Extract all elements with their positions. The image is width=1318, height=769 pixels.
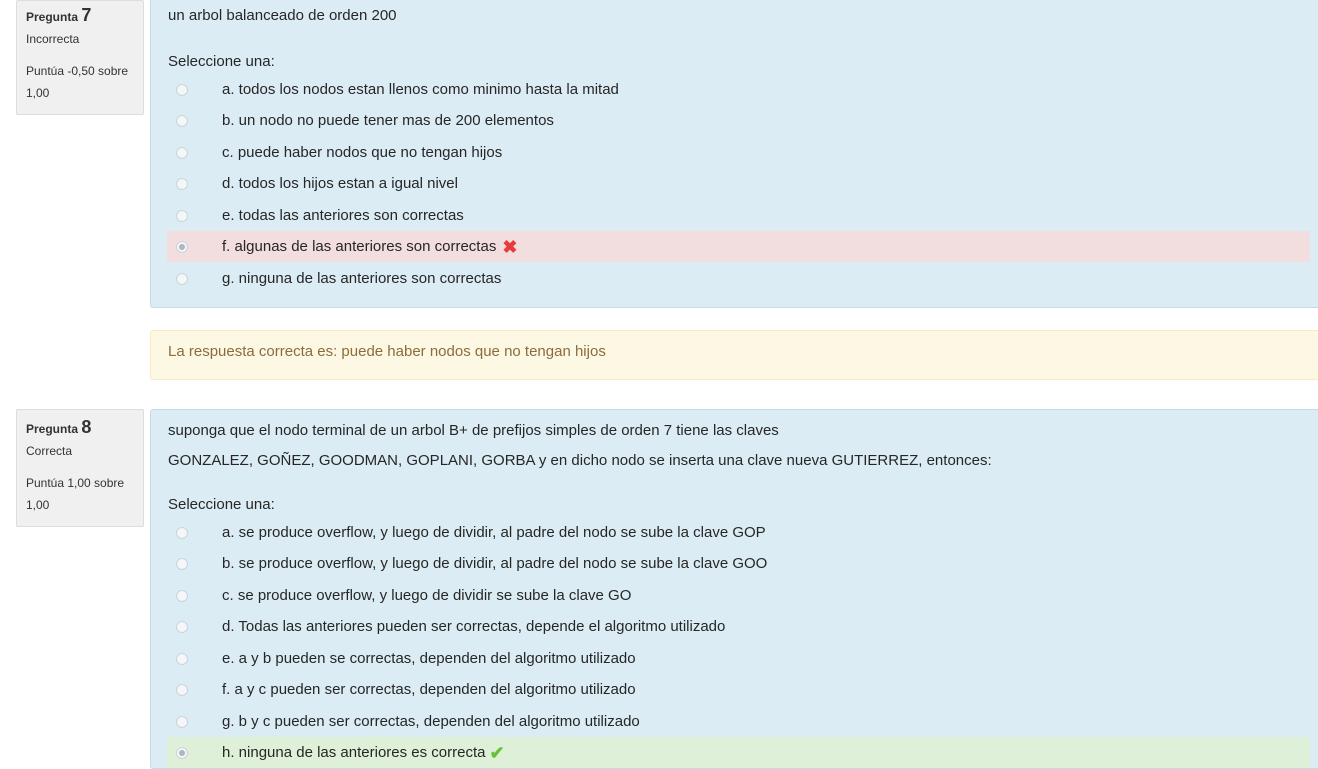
option-label: b. un nodo no puede tener mas de 200 ele… <box>222 112 554 129</box>
option-label: a. todos los nodos estan llenos como min… <box>222 81 619 98</box>
question-state: Incorrecta <box>26 32 80 46</box>
question-grade: Puntúa 1,00 sobre 1,00 <box>26 472 134 516</box>
question-formulation-7: un arbol balanceado de orden 200 Selecci… <box>150 0 1318 308</box>
question-text-line: suponga que el nodo terminal de un arbol… <box>168 422 779 439</box>
radio-button[interactable] <box>176 715 188 728</box>
answer-option-incorrect[interactable]: f. algunas de las anteriores son correct… <box>167 231 1310 262</box>
option-label: a. se produce overflow, y luego de divid… <box>222 524 766 541</box>
answer-option[interactable]: g. b y c pueden ser correctas, dependen … <box>167 706 1310 737</box>
radio-button[interactable] <box>176 146 188 159</box>
radio-button[interactable] <box>176 114 188 127</box>
radio-button[interactable] <box>176 526 188 539</box>
radio-button[interactable] <box>176 652 188 665</box>
option-label: g. b y c pueden ser correctas, dependen … <box>222 713 640 730</box>
question-label: Pregunta <box>26 422 79 436</box>
answer-option[interactable]: c. puede haber nodos que no tengan hijos <box>167 137 1310 168</box>
answer-option[interactable]: f. a y c pueden ser correctas, dependen … <box>167 674 1310 705</box>
question-number: Pregunta 7 <box>26 1 134 31</box>
option-label: e. a y b pueden se correctas, dependen d… <box>222 650 636 667</box>
grade-line: 1,00 <box>26 498 50 512</box>
option-label: g. ninguna de las anteriores son correct… <box>222 270 502 287</box>
radio-button[interactable] <box>176 83 188 96</box>
question-text-line: GONZALEZ, GOÑEZ, GOODMAN, GOPLANI, GORBA… <box>168 452 992 469</box>
answer-option[interactable]: g. ninguna de las anteriores son correct… <box>167 263 1310 294</box>
question-state: Correcta <box>26 444 73 458</box>
radio-button[interactable] <box>176 620 188 633</box>
question-number-value: 8 <box>81 417 92 437</box>
question-info-8: Pregunta 8 Correcta Puntúa 1,00 sobre 1,… <box>16 409 144 527</box>
option-label: f. a y c pueden ser correctas, dependen … <box>222 681 636 698</box>
question-grade: Puntúa -0,50 sobre 1,00 <box>26 60 134 104</box>
radio-button[interactable] <box>176 177 188 190</box>
grade-line: Puntúa -0,50 sobre <box>26 64 129 78</box>
question-number: Pregunta 8 <box>26 413 134 443</box>
answer-option[interactable]: c. se produce overflow, y luego de divid… <box>167 580 1310 611</box>
option-label: h. ninguna de las anteriores es correcta <box>222 744 486 761</box>
question-formulation-8: suponga que el nodo terminal de un arbol… <box>150 409 1318 769</box>
answer-prompt: Seleccione una: <box>168 53 275 70</box>
answer-option[interactable]: d. Todas las anteriores pueden ser corre… <box>167 611 1310 642</box>
answer-option[interactable]: b. se produce overflow, y luego de divid… <box>167 548 1310 579</box>
option-label: d. Todas las anteriores pueden ser corre… <box>222 618 726 635</box>
option-label: c. se produce overflow, y luego de divid… <box>222 587 632 604</box>
answer-option[interactable]: a. todos los nodos estan llenos como min… <box>167 74 1310 105</box>
answer-option-correct[interactable]: h. ninguna de las anteriores es correcta… <box>167 737 1310 768</box>
question-text: un arbol balanceado de orden 200 <box>168 7 397 24</box>
radio-button[interactable] <box>176 589 188 602</box>
option-label: d. todos los hijos estan a igual nivel <box>222 175 458 192</box>
radio-button-selected[interactable] <box>176 746 188 759</box>
grade-line: Puntúa 1,00 sobre <box>26 476 125 490</box>
radio-button[interactable] <box>176 683 188 696</box>
answer-option[interactable]: a. se produce overflow, y luego de divid… <box>167 517 1310 548</box>
cross-icon: ✖ <box>502 236 518 257</box>
radio-button[interactable] <box>176 557 188 570</box>
question-number-value: 7 <box>81 5 92 25</box>
answer-prompt: Seleccione una: <box>168 496 275 513</box>
radio-button-selected[interactable] <box>176 240 188 253</box>
answer-option[interactable]: e. a y b pueden se correctas, dependen d… <box>167 643 1310 674</box>
radio-button[interactable] <box>176 272 188 285</box>
question-info-7: Pregunta 7 Incorrecta Puntúa -0,50 sobre… <box>16 0 144 115</box>
option-label: b. se produce overflow, y luego de divid… <box>222 555 768 572</box>
answer-option[interactable]: b. un nodo no puede tener mas de 200 ele… <box>167 105 1310 136</box>
right-answer-feedback: La respuesta correcta es: puede haber no… <box>150 330 1318 380</box>
grade-line: 1,00 <box>26 86 50 100</box>
option-label: e. todas las anteriores son correctas <box>222 207 464 224</box>
option-label: f. algunas de las anteriores son correct… <box>222 238 497 255</box>
option-label: c. puede haber nodos que no tengan hijos <box>222 144 503 161</box>
radio-button[interactable] <box>176 209 188 222</box>
check-icon: ✔ <box>489 742 505 763</box>
question-label: Pregunta <box>26 10 79 24</box>
answer-option[interactable]: e. todas las anteriores son correctas <box>167 200 1310 231</box>
answer-option[interactable]: d. todos los hijos estan a igual nivel <box>167 168 1310 199</box>
